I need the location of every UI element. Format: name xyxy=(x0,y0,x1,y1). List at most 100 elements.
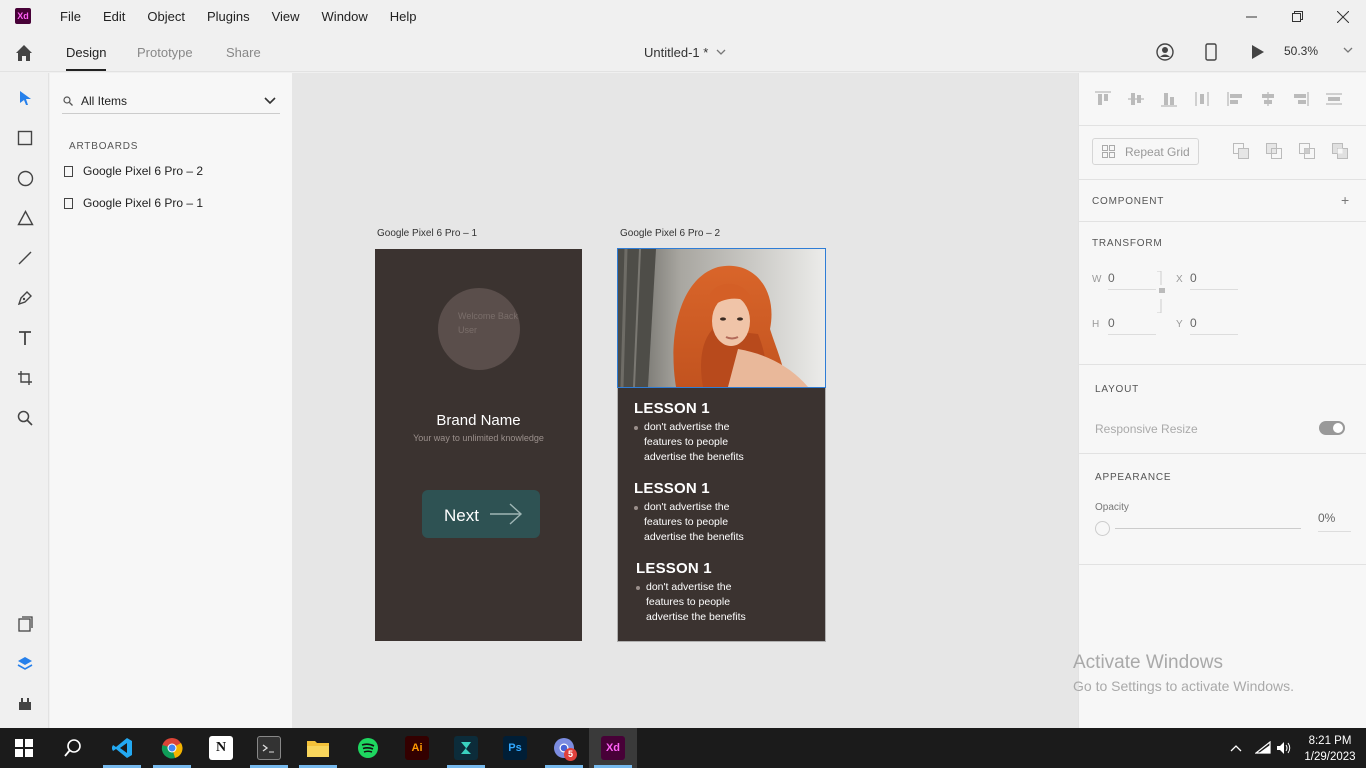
transform-heading: TRANSFORM xyxy=(1092,238,1163,249)
add-component-icon[interactable]: + xyxy=(1341,192,1349,208)
search-button[interactable] xyxy=(61,736,85,760)
layers-button[interactable] xyxy=(13,652,37,676)
brand-name[interactable]: Brand Name xyxy=(375,412,582,429)
menu-plugins[interactable]: Plugins xyxy=(207,9,250,24)
polygon-tool[interactable] xyxy=(13,206,37,230)
photoshop-icon[interactable]: Ps xyxy=(503,736,527,760)
top-bar: Design Prototype Share Untitled-1 * 50.3… xyxy=(0,33,1366,72)
layer-item[interactable]: Google Pixel 6 Pro – 2 xyxy=(64,164,203,178)
artboard-welcome[interactable]: Welcome Back User Brand Name Your way to… xyxy=(375,249,582,641)
intersect-shape-icon[interactable] xyxy=(1299,143,1316,160)
pen-tool[interactable] xyxy=(13,286,37,310)
tagline[interactable]: Your way to unlimited knowledge xyxy=(375,433,582,443)
start-button[interactable] xyxy=(12,736,36,760)
artboard-label[interactable]: Google Pixel 6 Pro – 1 xyxy=(377,228,477,239)
align-center-icon[interactable] xyxy=(1258,90,1278,108)
tab-design[interactable]: Design xyxy=(66,45,107,71)
triangle-icon xyxy=(16,210,34,226)
opacity-input[interactable]: 0% xyxy=(1318,511,1351,532)
user-icon[interactable] xyxy=(1156,43,1174,66)
menu-help[interactable]: Help xyxy=(390,9,417,24)
align-top-icon[interactable] xyxy=(1093,90,1113,108)
play-icon[interactable] xyxy=(1251,44,1265,65)
menu-view[interactable]: View xyxy=(272,9,300,24)
wifi-icon[interactable] xyxy=(1255,741,1271,755)
y-input[interactable]: 0 xyxy=(1190,316,1238,335)
menu-object[interactable]: Object xyxy=(147,9,185,24)
line-tool[interactable] xyxy=(13,246,37,270)
zoom-tool[interactable] xyxy=(13,406,37,430)
assets-button[interactable] xyxy=(13,612,37,636)
add-shape-icon[interactable] xyxy=(1233,143,1250,160)
file-explorer-icon[interactable] xyxy=(306,736,330,760)
ellipse-tool[interactable] xyxy=(13,166,37,190)
align-bottom-icon[interactable] xyxy=(1159,90,1179,108)
camtasia-icon[interactable] xyxy=(454,736,478,760)
opacity-slider-handle[interactable] xyxy=(1095,521,1110,536)
menu-edit[interactable]: Edit xyxy=(103,9,125,24)
spotify-icon[interactable] xyxy=(356,736,380,760)
illustrator-icon[interactable]: Ai xyxy=(405,736,429,760)
design-canvas[interactable]: Google Pixel 6 Pro – 1 Welcome Back User… xyxy=(292,73,1078,728)
lesson-block[interactable]: LESSON 1 don't advertise the features to … xyxy=(634,480,744,545)
avatar[interactable]: Welcome Back User xyxy=(438,288,520,370)
layers-icon xyxy=(17,657,33,670)
menu-file[interactable]: File xyxy=(60,9,81,24)
layers-search[interactable]: All Items xyxy=(62,87,280,114)
document-title-text: Untitled-1 * xyxy=(644,45,709,60)
responsive-resize-toggle[interactable] xyxy=(1319,421,1345,435)
document-title[interactable]: Untitled-1 * xyxy=(644,45,726,60)
portrait-photo[interactable] xyxy=(617,248,826,388)
xd-logo: Xd xyxy=(15,8,31,24)
close-button[interactable] xyxy=(1320,0,1366,33)
device-preview-icon[interactable] xyxy=(1205,43,1217,66)
restore-icon xyxy=(1291,11,1303,22)
exclude-shape-icon[interactable] xyxy=(1332,143,1349,160)
plugins-button[interactable] xyxy=(13,692,37,716)
terminal-icon[interactable] xyxy=(257,736,281,760)
layer-item[interactable]: Google Pixel 6 Pro – 1 xyxy=(64,196,203,210)
align-left-icon[interactable] xyxy=(1225,90,1245,108)
align-right-icon[interactable] xyxy=(1291,90,1311,108)
divider xyxy=(1079,221,1366,222)
lesson-block[interactable]: LESSON 1 don't advertise the features to … xyxy=(636,560,746,625)
rectangle-tool[interactable] xyxy=(13,126,37,150)
lock-aspect-icon[interactable] xyxy=(1157,271,1167,313)
height-input[interactable]: 0 xyxy=(1108,316,1156,335)
align-middle-icon[interactable] xyxy=(1126,90,1146,108)
volume-icon[interactable] xyxy=(1276,741,1292,755)
artboard-label[interactable]: Google Pixel 6 Pro – 2 xyxy=(620,228,720,239)
menu-window[interactable]: Window xyxy=(322,9,368,24)
artboard-tool[interactable] xyxy=(13,366,37,390)
lesson-block[interactable]: LESSON 1 don't advertise the features to … xyxy=(634,400,744,465)
notification-badge: 5 xyxy=(564,748,577,761)
text-tool[interactable] xyxy=(13,326,37,350)
repeat-grid-button[interactable]: Repeat Grid xyxy=(1092,138,1199,165)
zoom-level[interactable]: 50.3% xyxy=(1284,44,1353,58)
subtract-shape-icon[interactable] xyxy=(1266,143,1283,160)
chrome-icon[interactable] xyxy=(160,736,184,760)
artboard-lessons[interactable]: LESSON 1 don't advertise the features to … xyxy=(617,248,826,642)
tab-share[interactable]: Share xyxy=(226,45,261,60)
restore-button[interactable] xyxy=(1274,0,1320,33)
lesson-title: LESSON 1 xyxy=(634,400,710,417)
tab-prototype[interactable]: Prototype xyxy=(137,45,193,60)
xd-taskbar-icon[interactable]: Xd xyxy=(601,736,625,760)
layout-heading: LAYOUT xyxy=(1095,384,1140,395)
distribute-horizontal-icon[interactable] xyxy=(1192,90,1212,108)
distribute-vertical-icon[interactable] xyxy=(1324,90,1344,108)
chrome-profile-icon[interactable]: 5 xyxy=(552,736,577,761)
width-input[interactable]: 0 xyxy=(1108,271,1156,290)
tray-chevron-icon[interactable] xyxy=(1230,744,1242,752)
vscode-icon[interactable] xyxy=(110,736,134,760)
notion-icon[interactable]: N xyxy=(209,736,233,760)
select-tool[interactable] xyxy=(13,86,37,110)
divider xyxy=(1079,364,1366,365)
opacity-slider-track[interactable] xyxy=(1115,528,1301,529)
minimize-button[interactable] xyxy=(1228,0,1274,33)
x-input[interactable]: 0 xyxy=(1190,271,1238,290)
system-clock[interactable]: 8:21 PM 1/29/2023 xyxy=(1300,733,1360,765)
home-icon[interactable] xyxy=(13,42,35,64)
next-button[interactable]: Next xyxy=(422,490,540,538)
lesson-title: LESSON 1 xyxy=(636,560,712,577)
